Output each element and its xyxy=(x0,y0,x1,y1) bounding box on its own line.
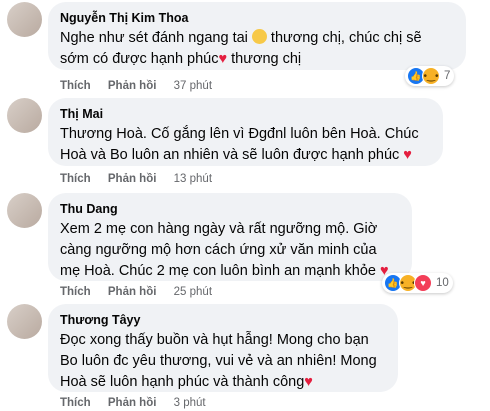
like-button[interactable]: Thích xyxy=(60,173,91,185)
heart-icon: ♥ xyxy=(403,147,412,163)
comment-bubble: Thương Tâyy Đọc xong thấy buồn và hụt hẫ… xyxy=(48,304,398,392)
sad-reaction-icon: •‿• xyxy=(422,67,440,85)
comment-text: Xem 2 mẹ con hàng ngày và rất ngưỡng mộ.… xyxy=(60,221,389,279)
comment-time[interactable]: 25 phút xyxy=(174,286,212,298)
comment-author[interactable]: Thu Dang xyxy=(60,201,398,217)
comment-actions: Thích Phản hồi 25 phút xyxy=(60,286,226,298)
like-button[interactable]: Thích xyxy=(60,286,91,298)
comment-time[interactable]: 3 phút xyxy=(174,397,206,409)
comment-actions: Thích Phản hồi 13 phút xyxy=(60,173,226,185)
avatar[interactable] xyxy=(7,98,42,133)
reaction-count: 7 xyxy=(444,70,451,82)
reply-button[interactable]: Phản hồi xyxy=(108,397,157,409)
comment-time[interactable]: 13 phút xyxy=(174,173,212,185)
comment-text: Thương Hoà. Cố gắng lên vì Đgđnl luôn bê… xyxy=(60,126,419,163)
like-button[interactable]: Thích xyxy=(60,397,91,409)
comment-bubble: Nguyễn Thị Kim Thoa Nghe như sét đánh ng… xyxy=(48,2,466,70)
heart-reaction-icon: ♥ xyxy=(414,274,432,292)
comment-bubble: Thị Mai Thương Hoà. Cố gắng lên vì Đgđnl… xyxy=(48,98,443,166)
reply-button[interactable]: Phản hồi xyxy=(108,286,157,298)
reply-button[interactable]: Phản hồi xyxy=(108,80,157,92)
avatar[interactable] xyxy=(7,193,42,228)
like-button[interactable]: Thích xyxy=(60,80,91,92)
reaction-summary[interactable]: 👍 •‿• ♥ 10 xyxy=(382,273,453,293)
heart-icon: ♥ xyxy=(304,374,313,390)
reaction-count: 10 xyxy=(436,277,449,289)
avatar[interactable] xyxy=(7,304,42,339)
sad-face-icon xyxy=(251,29,267,44)
comment-time[interactable]: 37 phút xyxy=(174,80,212,92)
reaction-summary[interactable]: 👍 •‿• 7 xyxy=(405,66,455,86)
comment-text: Nghe như sét đánh ngang tai thương chị, … xyxy=(60,29,422,67)
comment-author[interactable]: Thị Mai xyxy=(60,106,429,122)
comment-bubble: Thu Dang Xem 2 mẹ con hàng ngày và rất n… xyxy=(48,193,412,281)
comment-author[interactable]: Thương Tâyy xyxy=(60,312,384,328)
reply-button[interactable]: Phản hồi xyxy=(108,173,157,185)
avatar[interactable] xyxy=(7,2,42,37)
comment-text: Đọc xong thấy buồn và hụt hẫng! Mong cho… xyxy=(60,332,377,390)
comment-actions: Thích Phản hồi 37 phút xyxy=(60,80,226,92)
comment-actions: Thích Phản hồi 3 phút xyxy=(60,397,220,409)
heart-icon: ♥ xyxy=(218,51,228,67)
comment-author[interactable]: Nguyễn Thị Kim Thoa xyxy=(60,10,452,26)
